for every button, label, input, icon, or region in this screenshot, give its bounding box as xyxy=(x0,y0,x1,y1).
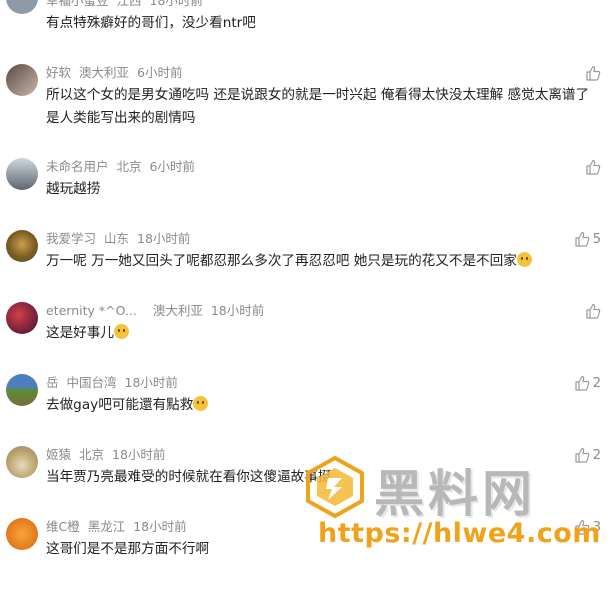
avatar[interactable] xyxy=(6,158,38,190)
thumb-up-icon xyxy=(575,231,589,247)
like-count: 2 xyxy=(592,375,601,391)
location: 黑龙江 xyxy=(87,519,126,534)
watermark-url: https://hlwe4.com xyxy=(318,518,601,549)
location: 澳大利亚 xyxy=(152,303,203,318)
username[interactable]: 未命名用户 xyxy=(46,159,109,174)
location: 江西 xyxy=(116,0,142,8)
like-button[interactable]: 5 xyxy=(574,230,601,248)
comment-text-content: 这是好事儿 xyxy=(46,325,114,341)
username[interactable]: eternity *^O... xyxy=(46,303,137,318)
emoji-icon xyxy=(516,252,532,267)
avatar[interactable] xyxy=(6,374,38,406)
thumb-up-icon xyxy=(586,65,601,81)
comment-meta: 岳 中国台湾 18小时前 xyxy=(46,374,182,392)
comment-item: 好软 澳大利亚 6小时前 所以这个女的是男女通吃吗 还是说跟女的就是一时兴起 俺… xyxy=(0,64,615,144)
watermark-logo-icon xyxy=(306,456,364,518)
comment-meta: 我爱学习 山东 18小时前 xyxy=(46,230,194,248)
avatar[interactable] xyxy=(6,230,38,262)
comment-text: 越玩越捞 xyxy=(46,181,101,197)
timestamp: 18小时前 xyxy=(149,0,203,8)
comment-item: 未命名用户 北京 6小时前 越玩越捞 xyxy=(0,158,615,230)
like-button[interactable] xyxy=(585,64,601,82)
avatar[interactable] xyxy=(6,0,38,14)
location: 北京 xyxy=(79,447,105,462)
timestamp: 18小时前 xyxy=(210,303,265,318)
timestamp: 18小时前 xyxy=(112,447,166,462)
username[interactable]: 我爱学习 xyxy=(46,231,96,246)
location: 山东 xyxy=(104,231,130,246)
thumb-up-icon xyxy=(586,303,601,319)
comment-text-content: 万一呢 万一她又回头了呢都忍那么多次了再忍忍吧 她只是玩的花又不是不回家 xyxy=(46,253,517,269)
comment-meta: 未命名用户 北京 6小时前 xyxy=(46,158,199,176)
username[interactable]: 幸福小蜜豆 xyxy=(46,0,109,8)
comment-meta: 姬猿 北京 18小时前 xyxy=(46,446,169,464)
location: 中国台湾 xyxy=(66,375,117,390)
comment-meta: 维C橙 黑龙江 18小时前 xyxy=(46,518,191,536)
comment-text-content: 去做gay吧可能還有點救 xyxy=(46,397,194,413)
comment-text: 有点特殊癖好的哥们，没少看ntr吧 xyxy=(46,15,256,31)
timestamp: 18小时前 xyxy=(124,375,178,390)
avatar[interactable] xyxy=(6,518,38,550)
like-button[interactable]: 2 xyxy=(574,374,601,392)
comment-item: 我爱学习 山东 18小时前 5 万一呢 万一她又回头了呢都忍那么多次了再忍忍吧 … xyxy=(0,230,615,302)
comment-meta: 好软 澳大利亚 6小时前 xyxy=(46,64,186,82)
avatar[interactable] xyxy=(6,446,38,478)
timestamp: 18小时前 xyxy=(137,231,191,246)
comment-meta: eternity *^O... 澳大利亚 18小时前 xyxy=(46,302,268,320)
timestamp: 6小时前 xyxy=(137,65,183,80)
comment-text: 去做gay吧可能還有點救 xyxy=(46,394,601,417)
timestamp: 6小时前 xyxy=(149,159,195,174)
comment-item: 幸福小蜜豆 江西 18小时前 有点特殊癖好的哥们，没少看ntr吧 xyxy=(0,0,615,64)
avatar[interactable] xyxy=(6,64,38,96)
comment-text: 万一呢 万一她又回头了呢都忍那么多次了再忍忍吧 她只是玩的花又不是不回家 xyxy=(46,250,601,273)
watermark: 黑料网 https://hlwe4.com xyxy=(300,448,615,558)
comment-text: 所以这个女的是男女通吃吗 还是说跟女的就是一时兴起 俺看得太快没太理解 感觉太离… xyxy=(46,87,590,126)
username[interactable]: 好软 xyxy=(46,65,71,80)
emoji-icon xyxy=(193,396,209,411)
location: 澳大利亚 xyxy=(79,65,130,80)
comment-text: 这是好事儿 xyxy=(46,322,601,345)
username[interactable]: 姬猿 xyxy=(46,447,71,462)
like-count: 5 xyxy=(592,231,601,247)
username[interactable]: 维C橙 xyxy=(46,519,80,534)
avatar[interactable] xyxy=(6,302,38,334)
username[interactable]: 岳 xyxy=(46,375,59,390)
timestamp: 18小时前 xyxy=(133,519,187,534)
emoji-icon xyxy=(113,324,129,339)
like-button[interactable] xyxy=(585,158,601,176)
like-button[interactable] xyxy=(585,302,601,320)
location: 北京 xyxy=(116,159,142,174)
comment-item: eternity *^O... 澳大利亚 18小时前 这是好事儿 xyxy=(0,302,615,374)
watermark-title: 黑料网 xyxy=(374,465,536,523)
comment-item: 岳 中国台湾 18小时前 2 去做gay吧可能還有點救 xyxy=(0,374,615,446)
thumb-up-icon xyxy=(586,159,601,175)
thumb-up-icon xyxy=(575,375,589,391)
comment-meta: 幸福小蜜豆 江西 18小时前 xyxy=(46,0,207,10)
